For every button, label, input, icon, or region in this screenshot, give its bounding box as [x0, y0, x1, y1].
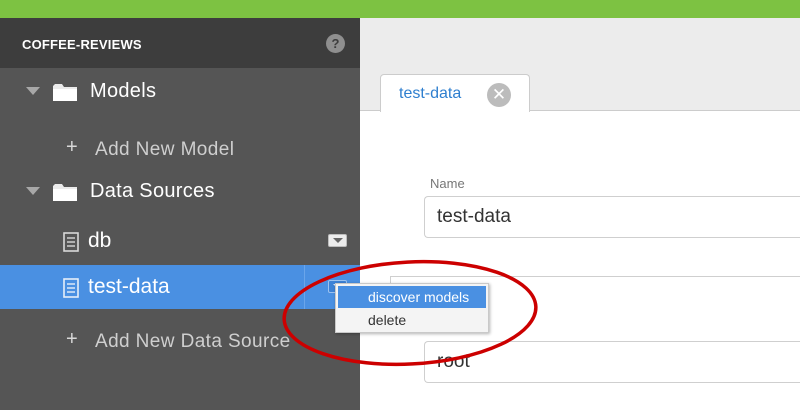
plus-icon: +	[66, 328, 78, 350]
name-field[interactable]	[424, 196, 800, 238]
menu-item-delete[interactable]: delete	[338, 309, 486, 331]
document-icon	[63, 278, 79, 298]
project-name: COFFEE-REVIEWS	[22, 37, 142, 52]
menu-item-discover-models[interactable]: discover models	[338, 286, 486, 308]
plus-icon: +	[66, 136, 78, 158]
folder-icon	[53, 84, 77, 101]
caret-down-icon[interactable]	[26, 87, 40, 95]
username-field[interactable]	[424, 341, 800, 383]
add-new-data-source[interactable]: + Add New Data Source	[0, 320, 360, 364]
tree-item-models[interactable]: Models	[0, 69, 360, 113]
tree-label-data-sources: Data Sources	[90, 180, 215, 202]
tree-label-models: Models	[90, 80, 157, 102]
tab-label: test-data	[399, 85, 462, 102]
help-icon[interactable]: ?	[326, 34, 345, 53]
folder-icon	[53, 184, 77, 201]
document-icon	[63, 232, 79, 252]
main-panel: test-data ✕ Name	[360, 18, 800, 410]
sidebar: COFFEE-REVIEWS ? Models + Add New Model …	[0, 18, 360, 410]
add-new-model[interactable]: + Add New Model	[0, 128, 360, 172]
datasource-label-db: db	[88, 229, 112, 252]
dropdown-toggle-icon[interactable]	[328, 234, 347, 247]
datasource-label-test-data: test-data	[88, 275, 170, 298]
tab-bar: test-data ✕	[360, 18, 800, 112]
datasource-item-db[interactable]: db	[0, 219, 360, 263]
add-new-data-source-label: Add New Data Source	[95, 331, 291, 352]
caret-down-icon[interactable]	[26, 187, 40, 195]
top-accent-bar	[0, 0, 800, 18]
sidebar-header: COFFEE-REVIEWS ?	[0, 18, 360, 68]
datasource-item-test-data[interactable]: test-data	[0, 265, 360, 309]
add-new-model-label: Add New Model	[95, 139, 235, 160]
close-icon[interactable]: ✕	[487, 83, 511, 107]
name-field-label: Name	[430, 176, 465, 191]
row-divider	[304, 265, 305, 309]
tab-test-data[interactable]: test-data ✕	[380, 74, 530, 112]
datasource-context-menu: discover models delete	[335, 283, 489, 333]
tree-item-data-sources[interactable]: Data Sources	[0, 169, 360, 213]
